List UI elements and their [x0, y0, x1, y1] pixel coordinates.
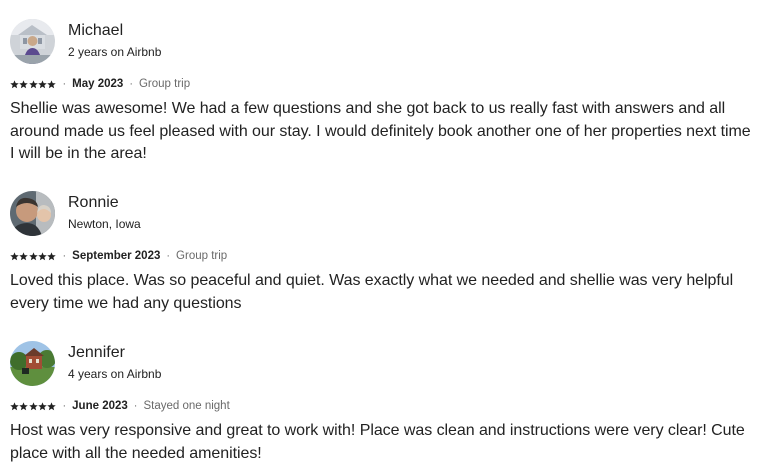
separator-dot: · [62, 250, 67, 262]
star-icon [38, 401, 47, 410]
reviewer-subtitle: 2 years on Airbnb [68, 44, 162, 59]
trip-type: Group trip [176, 250, 228, 262]
separator-dot: · [62, 400, 67, 412]
reviewer-subtitle: 4 years on Airbnb [68, 366, 162, 381]
star-icon [38, 79, 47, 88]
review-header: Michael 2 years on Airbnb [10, 18, 752, 64]
separator-dot: · [133, 400, 138, 412]
star-icon [28, 79, 38, 88]
trip-type: Stayed one night [143, 400, 230, 412]
star-icon [10, 401, 19, 410]
review-meta: · September 2023 · Group trip [10, 248, 752, 264]
review-date: September 2023 [72, 250, 161, 262]
reviewer-info: Ronnie Newton, Iowa [68, 193, 141, 232]
avatar[interactable] [10, 190, 55, 236]
star-icon [28, 401, 38, 410]
review-text: Shellie was awesome! We had a few questi… [10, 100, 751, 162]
reviewer-name: Jennifer [68, 343, 125, 361]
review-item: Ronnie Newton, Iowa · September 2023 · G… [10, 190, 752, 315]
review-item: Michael 2 years on Airbnb · May 2023 · G… [10, 18, 752, 166]
star-icon [47, 251, 56, 260]
star-icon [10, 251, 19, 260]
star-icon [38, 251, 47, 260]
separator-dot: · [62, 78, 67, 90]
review-meta: · May 2023 · Group trip [10, 76, 752, 92]
reviewer-info: Michael 2 years on Airbnb [68, 21, 162, 60]
star-icon [28, 251, 38, 260]
star-icon [47, 79, 56, 88]
star-rating [10, 251, 56, 261]
star-icon [47, 401, 56, 410]
review-text: Host was very responsive and great to wo… [10, 422, 745, 462]
trip-type: Group trip [138, 78, 191, 90]
separator-dot: · [166, 250, 171, 262]
star-rating [10, 401, 56, 411]
review-header: Jennifer 4 years on Airbnb [10, 340, 752, 386]
reviewer-info: Jennifer 4 years on Airbnb [68, 343, 162, 382]
star-rating [10, 79, 56, 89]
review-text: Loved this place. Was so peaceful and qu… [10, 272, 734, 312]
reviewer-name: Michael [68, 21, 124, 39]
review-date: May 2023 [72, 78, 124, 90]
avatar[interactable] [10, 18, 55, 64]
reviewer-name: Ronnie [68, 193, 119, 211]
review-header: Ronnie Newton, Iowa [10, 190, 752, 236]
star-icon [19, 79, 29, 88]
reviewer-subtitle: Newton, Iowa [68, 216, 141, 231]
star-icon [19, 401, 29, 410]
star-icon [10, 79, 19, 88]
review-meta: · June 2023 · Stayed one night [10, 398, 752, 414]
review-item: Jennifer 4 years on Airbnb · June 2023 ·… [10, 340, 752, 465]
avatar[interactable] [10, 340, 55, 386]
separator-dot: · [129, 78, 133, 90]
review-date: June 2023 [72, 400, 128, 412]
star-icon [19, 251, 29, 260]
